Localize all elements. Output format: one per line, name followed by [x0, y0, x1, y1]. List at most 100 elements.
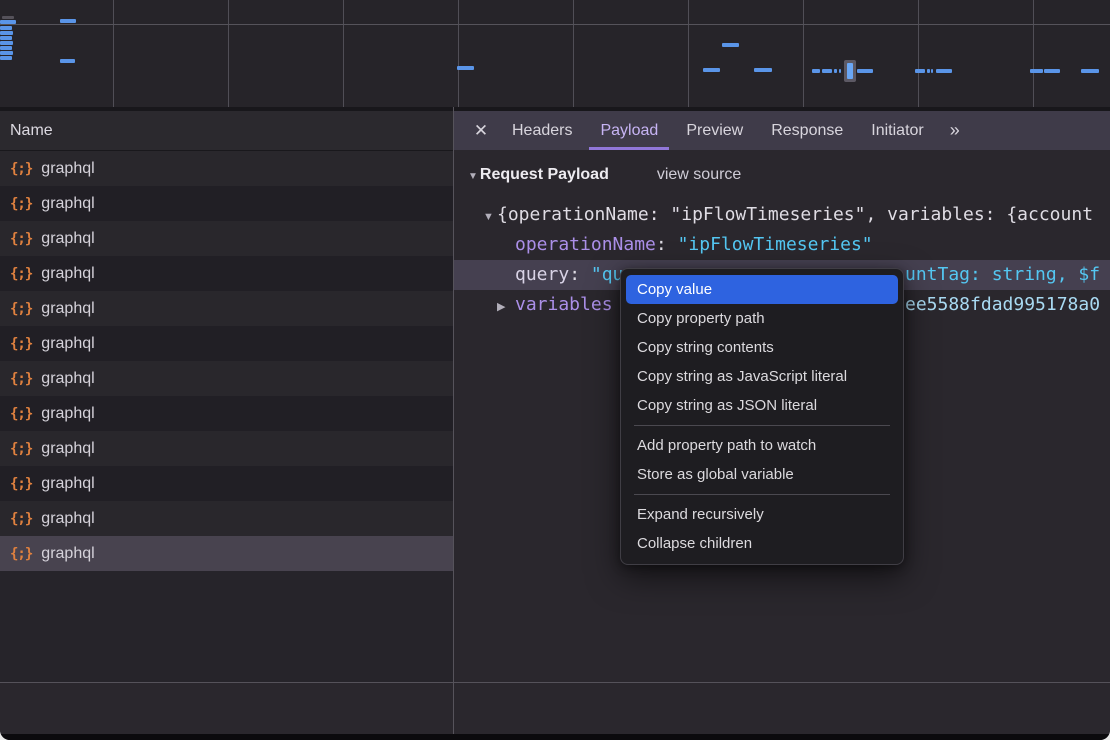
- request-row[interactable]: {;}graphql: [0, 431, 453, 466]
- request-row[interactable]: {;}graphql: [0, 536, 453, 571]
- menu-item-copy-property-path[interactable]: Copy property path: [621, 304, 903, 333]
- devtools-window: Name {;}graphql{;}graphql{;}graphql{;}gr…: [0, 0, 1110, 740]
- view-source-link[interactable]: view source: [657, 166, 741, 184]
- token: {operationName: "ipFlowTimeseries", vari…: [497, 204, 1093, 225]
- request-bar: [0, 56, 12, 60]
- status-footer: [0, 683, 1110, 734]
- request-name: graphql: [41, 265, 94, 283]
- request-bar: [857, 69, 873, 73]
- overview-gridline: [803, 0, 804, 107]
- context-menu: Copy valueCopy property pathCopy string …: [620, 268, 904, 565]
- request-bar: [915, 69, 925, 73]
- request-bar: [0, 20, 16, 24]
- payload-tree-line[interactable]: operationName: "ipFlowTimeseries": [454, 230, 1110, 260]
- expand-arrow-icon[interactable]: ▼: [483, 202, 497, 232]
- menu-separator: [634, 425, 890, 426]
- request-list: {;} graphql {;} graphql {;} graphql {;} graphql…: [0, 151, 453, 571]
- request-name: graphql: [41, 370, 94, 388]
- overview-gridline: [918, 0, 919, 107]
- request-row[interactable]: {;}graphql: [0, 501, 453, 536]
- request-bar: [834, 69, 837, 73]
- json-braces-icon: {;}: [10, 301, 32, 317]
- request-bar: [0, 36, 12, 40]
- tab-preview[interactable]: Preview: [675, 111, 754, 150]
- requests-panel: Name {;}graphql{;}graphql{;}graphql{;}gr…: [0, 111, 453, 683]
- request-name: graphql: [41, 195, 94, 213]
- request-bar: [839, 69, 841, 73]
- tab-response[interactable]: Response: [760, 111, 854, 150]
- request-row[interactable]: {;}graphql: [0, 326, 453, 361]
- request-bar: [2, 16, 14, 19]
- collapse-arrow-icon[interactable]: ▼: [468, 171, 478, 182]
- request-name: graphql: [41, 335, 94, 353]
- network-overview[interactable]: [0, 0, 1110, 107]
- request-name: graphql: [41, 300, 94, 318]
- request-bar: [0, 26, 12, 30]
- json-braces-icon: {;}: [10, 266, 32, 282]
- tab-initiator[interactable]: Initiator: [860, 111, 934, 150]
- token: ee5588fdad995178a0: [905, 290, 1100, 320]
- menu-item-store-as-global-variable[interactable]: Store as global variable: [621, 460, 903, 489]
- overview-gridline: [113, 0, 114, 107]
- menu-item-copy-string-as-json-literal[interactable]: Copy string as JSON literal: [621, 391, 903, 420]
- close-icon[interactable]: ✕: [464, 111, 498, 150]
- request-row[interactable]: {;}graphql: [0, 396, 453, 431]
- json-braces-icon: {;}: [10, 161, 32, 177]
- request-bar: [0, 41, 13, 45]
- request-bar: [927, 69, 930, 73]
- token: :: [569, 264, 591, 285]
- menu-item-collapse-children[interactable]: Collapse children: [621, 529, 903, 558]
- request-bar: [931, 69, 933, 73]
- overview-gridline: [458, 0, 459, 107]
- request-row[interactable]: {;} graphql: [0, 256, 453, 291]
- chevron-double-right-icon[interactable]: »: [940, 111, 968, 150]
- menu-separator: [634, 494, 890, 495]
- request-bar: [936, 69, 952, 73]
- request-row[interactable]: {;} graphql: [0, 151, 453, 186]
- name-column-header[interactable]: Name: [0, 111, 453, 151]
- tab-payload[interactable]: Payload: [589, 111, 669, 150]
- request-bar: [60, 19, 76, 23]
- token: variables: [515, 294, 613, 315]
- tab-list: HeadersPayloadPreviewResponseInitiator: [498, 111, 938, 150]
- request-row[interactable]: {;} graphql: [0, 361, 453, 396]
- payload-tree-line[interactable]: ▼{operationName: "ipFlowTimeseries", var…: [454, 200, 1110, 230]
- request-row[interactable]: {;}graphql: [0, 221, 453, 256]
- json-braces-icon: {;}: [10, 371, 32, 387]
- request-row[interactable]: {;} graphql: [0, 291, 453, 326]
- json-braces-icon: {;}: [10, 476, 32, 492]
- request-bar: [847, 63, 853, 79]
- request-row[interactable]: {;} graphql: [0, 186, 453, 221]
- request-name: graphql: [41, 160, 94, 178]
- overview-gridline: [1033, 0, 1034, 107]
- menu-item-copy-value[interactable]: Copy value: [626, 275, 898, 304]
- tab-bar: ✕ HeadersPayloadPreviewResponseInitiator…: [454, 111, 1110, 150]
- tab-headers[interactable]: Headers: [501, 111, 583, 150]
- menu-item-copy-string-as-javascript-literal[interactable]: Copy string as JavaScript literal: [621, 362, 903, 391]
- token: untTag: string, $f: [905, 260, 1100, 290]
- request-bar: [1030, 69, 1043, 73]
- menu-item-add-property-path-to-watch[interactable]: Add property path to watch: [621, 431, 903, 460]
- request-bar: [457, 66, 474, 70]
- request-bar: [1081, 69, 1099, 73]
- request-bar: [754, 68, 772, 72]
- json-braces-icon: {;}: [10, 196, 32, 212]
- menu-item-expand-recursively[interactable]: Expand recursively: [621, 500, 903, 529]
- request-row[interactable]: {;} graphql: [0, 466, 453, 501]
- request-payload-section: ▼ Request Payload view source: [454, 150, 1110, 200]
- expand-arrow-icon[interactable]: ▶: [497, 292, 515, 322]
- name-column-label: Name: [10, 122, 53, 140]
- section-title: Request Payload: [480, 166, 609, 184]
- overview-gridline: [343, 0, 344, 107]
- menu-item-copy-string-contents[interactable]: Copy string contents: [621, 333, 903, 362]
- request-bar: [0, 31, 13, 35]
- panel-divider[interactable]: [453, 107, 454, 734]
- request-name: graphql: [41, 545, 94, 563]
- json-braces-icon: {;}: [10, 511, 32, 527]
- request-name: graphql: [41, 405, 94, 423]
- token: :: [656, 234, 678, 255]
- request-name: graphql: [41, 475, 94, 493]
- token: operationName: [515, 234, 656, 255]
- request-bar: [812, 69, 820, 73]
- overview-baseline: [0, 24, 1110, 25]
